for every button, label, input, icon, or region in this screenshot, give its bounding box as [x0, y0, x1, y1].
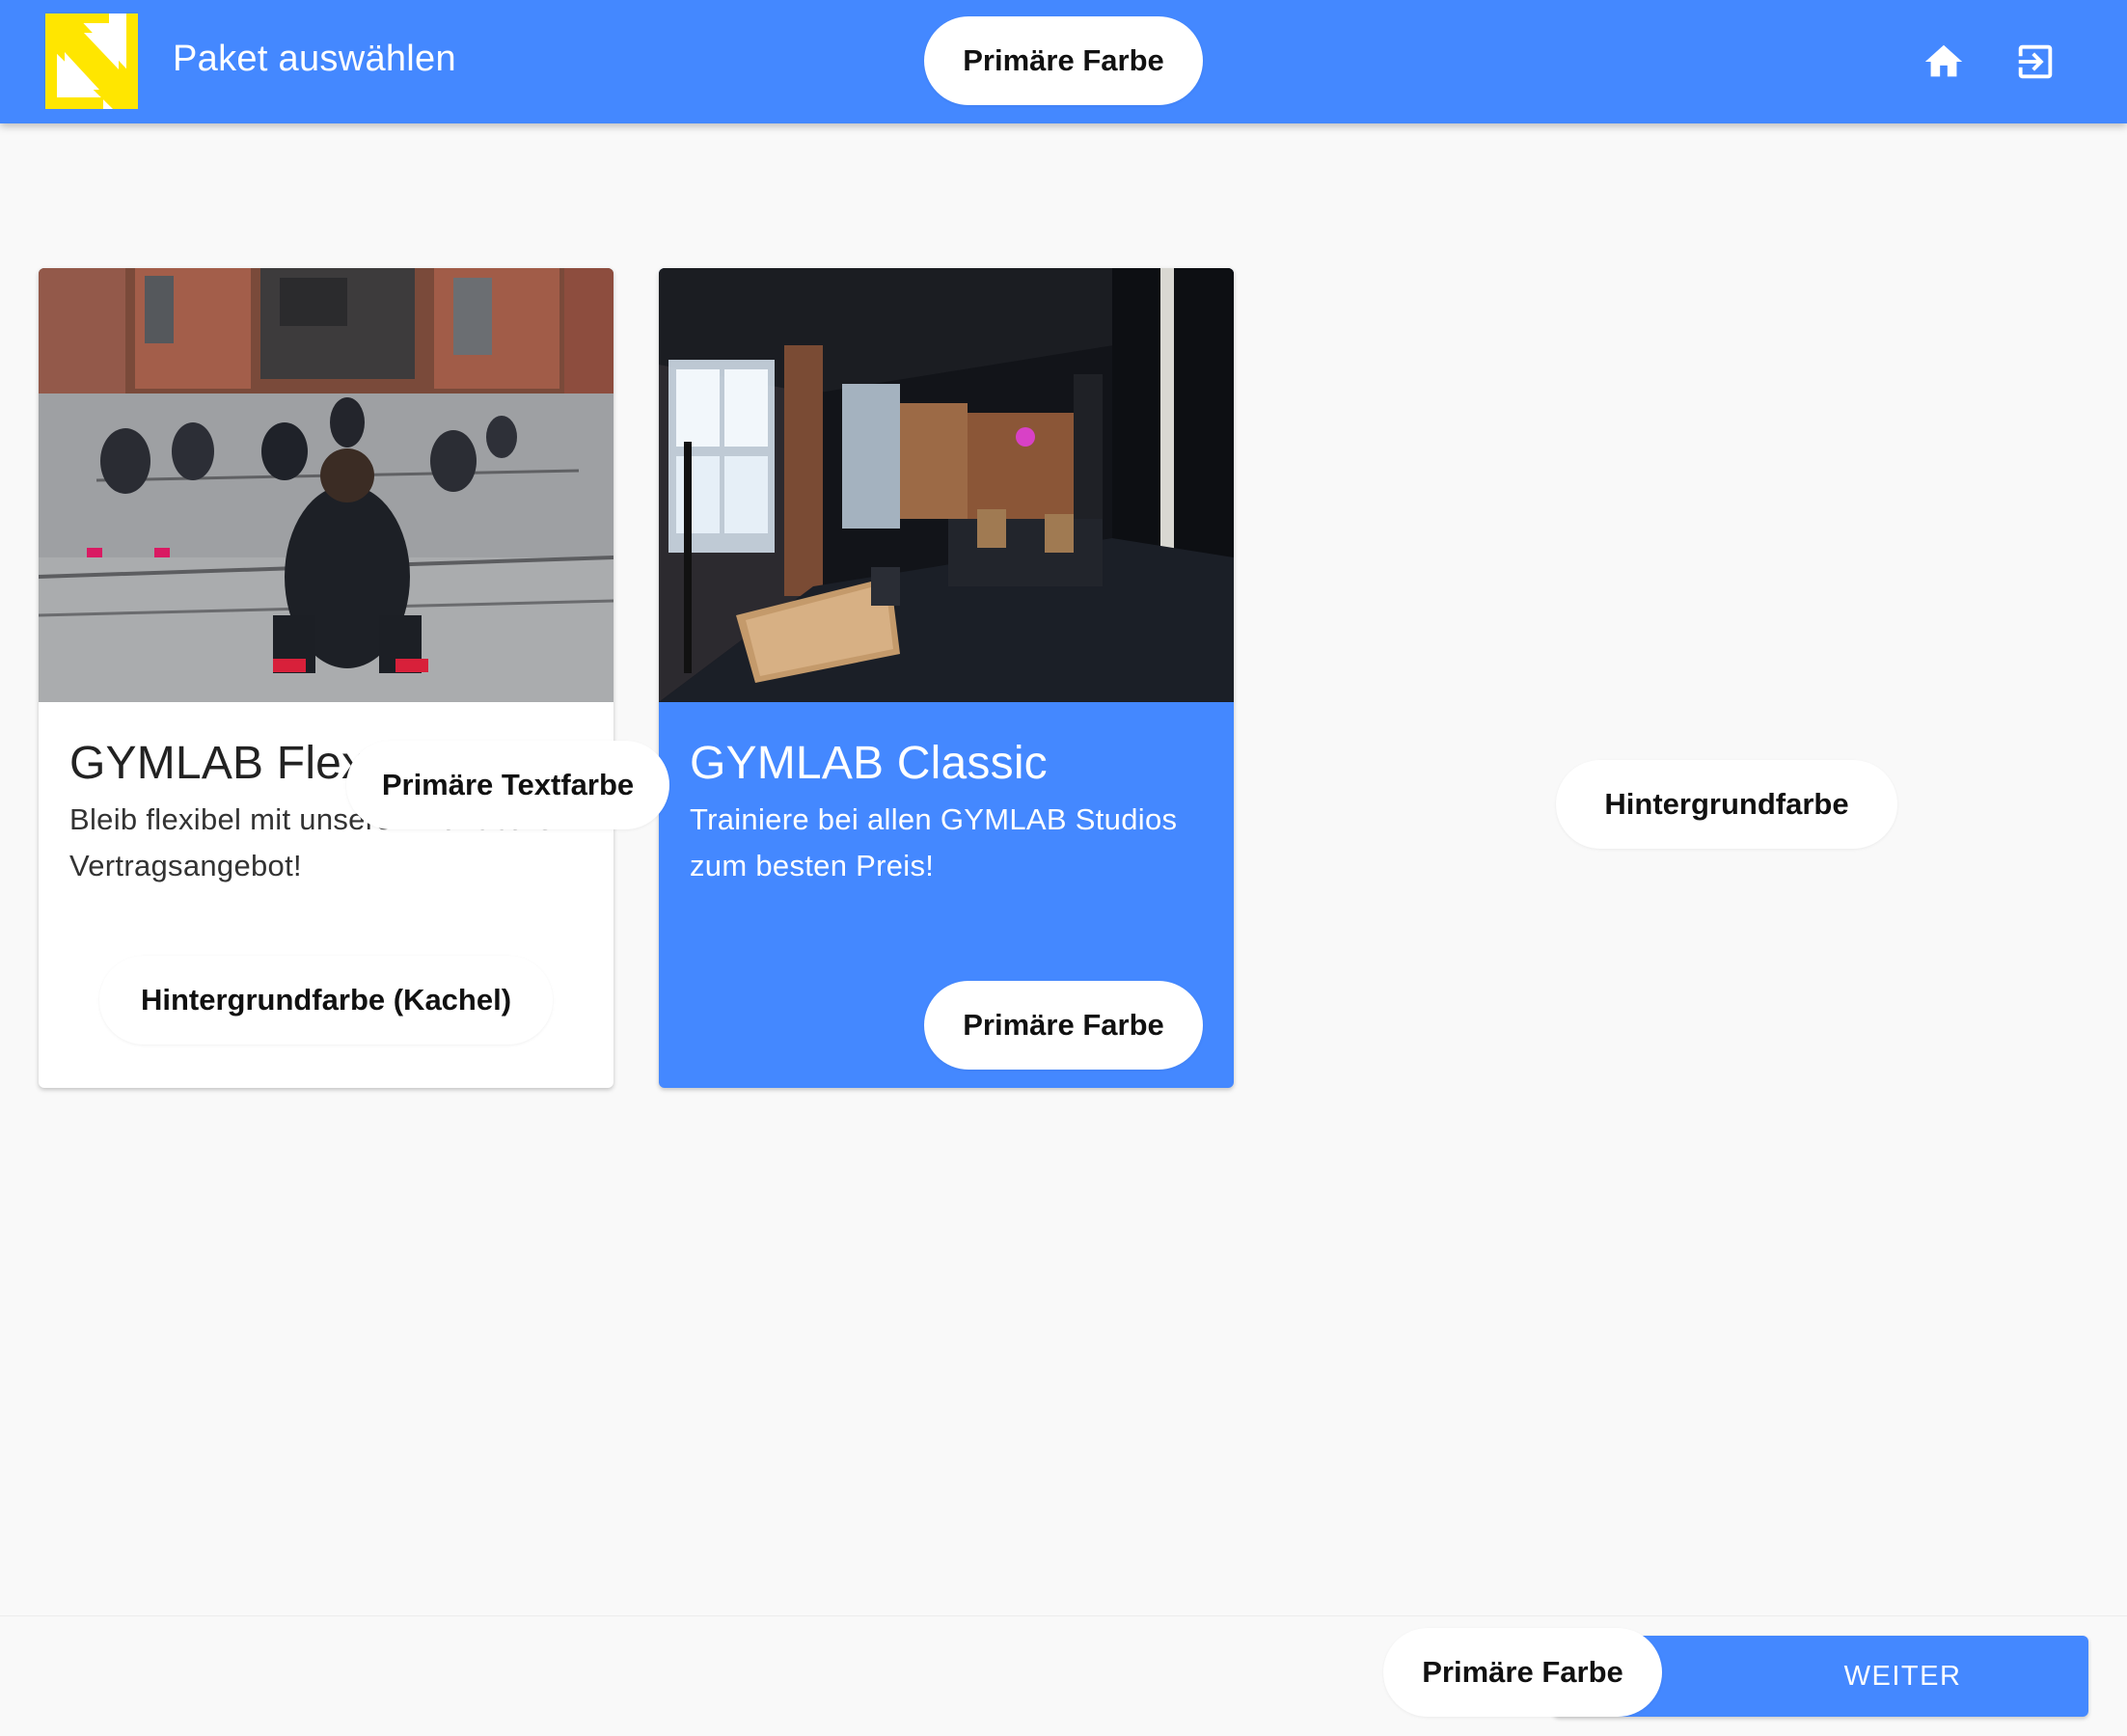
home-button[interactable] [1917, 35, 1971, 89]
logout-icon [2018, 44, 2053, 79]
annotation-primary-text-color: Primäre Textfarbe [346, 741, 669, 829]
home-icon [1924, 44, 1963, 77]
package-image-classic [659, 268, 1234, 702]
package-description: Trainiere bei allen GYMLAB Studios zum b… [690, 802, 1178, 882]
package-image-flex [39, 268, 614, 702]
package-title: GYMLAB Classic [690, 738, 1048, 789]
annotation-card-primary-color: Primäre Farbe [924, 981, 1203, 1070]
annotation-background-color: Hintergrundfarbe [1556, 760, 1897, 849]
logout-button[interactable] [2008, 35, 2062, 89]
annotation-header-primary-color: Primäre Farbe [924, 16, 1203, 105]
annotation-footer-primary-color: Primäre Farbe [1383, 1628, 1662, 1717]
gymlab-logo [45, 14, 138, 109]
package-title: GYMLAB Flex [69, 738, 366, 789]
package-card-classic[interactable]: GYMLAB Classic Trainiere bei allen GYMLA… [659, 268, 1234, 1088]
annotation-tile-background: Hintergrundfarbe (Kachel) [99, 956, 553, 1044]
page-title: Paket auswählen [173, 39, 456, 79]
